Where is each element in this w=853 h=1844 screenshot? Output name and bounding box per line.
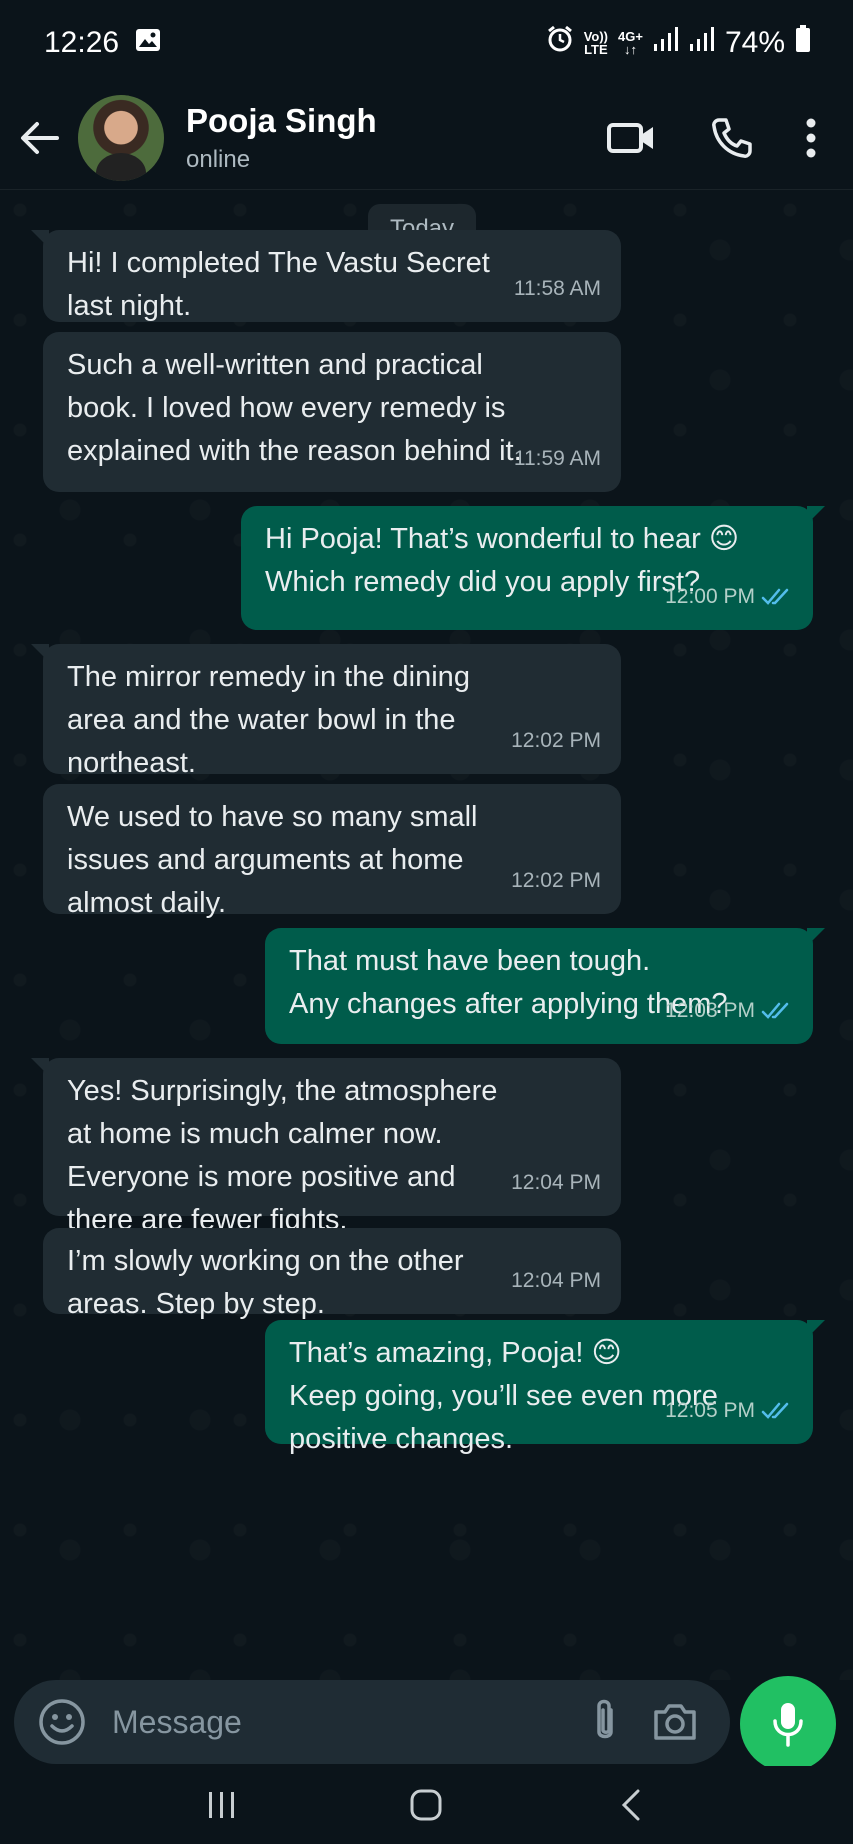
battery-icon <box>795 25 811 61</box>
camera-icon <box>654 1704 696 1740</box>
incoming-message[interactable]: We used to have so many small issues and… <box>43 784 621 919</box>
read-receipt-icon <box>761 1002 789 1019</box>
more-options-button[interactable] <box>781 86 841 190</box>
read-receipt-icon <box>761 1402 789 1419</box>
message-time: 12:04 PM <box>511 1171 601 1194</box>
message-meta: 12:05 PM <box>665 1389 793 1432</box>
home-icon <box>410 1789 442 1821</box>
home-button[interactable] <box>386 1770 466 1840</box>
message-meta: 11:58 AM <box>514 267 601 310</box>
chat-header: Pooja Singh online <box>0 86 853 190</box>
contact-name: Pooja Singh <box>186 101 377 139</box>
system-navigation-bar <box>0 1766 853 1844</box>
incoming-message[interactable]: The mirror remedy in the dining area and… <box>31 644 621 779</box>
message-time: 11:58 AM <box>513 277 601 300</box>
status-time: 12:26 <box>44 26 120 59</box>
recent-apps-icon <box>209 1792 235 1818</box>
voice-call-button[interactable] <box>681 86 781 190</box>
contact-status: online <box>186 145 251 173</box>
network-type-indicator: 4G+ ↓↑ <box>618 29 643 57</box>
bubble-tail <box>31 1058 49 1076</box>
contact-info[interactable]: Pooja Singh online <box>186 102 377 174</box>
message-meta: 12:00 PM <box>665 575 793 618</box>
recent-apps-button[interactable] <box>182 1770 262 1840</box>
battery-percentage: 74% <box>724 26 785 59</box>
bubble-tail <box>807 506 825 524</box>
system-back-button[interactable] <box>591 1770 671 1840</box>
message-time: 12:02 PM <box>511 869 601 892</box>
bubble-tail <box>807 1320 825 1338</box>
incoming-message[interactable]: Hi! I completed The Vastu Secret last ni… <box>31 230 621 322</box>
message-meta: 12:04 PM <box>511 1161 601 1204</box>
incoming-message[interactable]: Yes! Surprisingly, the atmosphere at hom… <box>31 1058 621 1236</box>
camera-button[interactable] <box>640 1687 710 1757</box>
message-time: 11:59 AM <box>513 447 601 470</box>
signal-strength-icon <box>689 26 715 60</box>
message-meta: 12:02 PM <box>511 859 601 902</box>
gallery-notification-icon <box>135 26 161 60</box>
message-meta: 12:03 PM <box>665 989 793 1032</box>
message-time: 12:05 PM <box>665 1399 755 1422</box>
contact-avatar[interactable] <box>78 94 164 181</box>
emoji-icon <box>39 1699 85 1745</box>
message-time: 12:04 PM <box>511 1269 601 1292</box>
bubble-tail <box>31 644 49 662</box>
signal-strength-icon <box>653 26 679 60</box>
more-vertical-icon <box>806 118 816 157</box>
voice-message-button[interactable] <box>740 1676 836 1772</box>
chevron-left-icon <box>621 1789 640 1821</box>
message-time: 12:03 PM <box>665 999 755 1022</box>
message-meta: 12:02 PM <box>511 719 601 762</box>
incoming-message[interactable]: I’m slowly working on the other areas. S… <box>43 1228 621 1320</box>
message-time: 12:00 PM <box>665 585 755 608</box>
back-button[interactable] <box>0 86 78 190</box>
emoji-button[interactable] <box>34 1694 90 1750</box>
alarm-icon <box>546 25 574 61</box>
microphone-icon <box>773 1703 803 1747</box>
outgoing-message[interactable]: That must have been tough. Any changes a… <box>265 928 825 1044</box>
whatsapp-chat-screen: 12:26 Vo)) LTE 4G+ ↓↑ 74% Pooja Singh on… <box>0 0 853 1844</box>
bubble-tail <box>807 928 825 946</box>
outgoing-message[interactable]: That’s amazing, Pooja! 😊 Keep going, you… <box>265 1320 825 1455</box>
message-time: 12:02 PM <box>511 729 601 752</box>
video-call-button[interactable] <box>581 86 681 190</box>
message-input[interactable] <box>90 1692 570 1752</box>
message-text: Yes! Surprisingly, the atmosphere at hom… <box>67 1075 498 1236</box>
arrow-left-icon <box>21 121 59 154</box>
bubble-tail <box>31 230 49 248</box>
video-camera-icon <box>607 122 653 153</box>
paperclip-icon <box>597 1699 613 1739</box>
message-list[interactable]: Today Hi! I completed The Vastu Secret l… <box>0 190 853 1680</box>
incoming-message[interactable]: Such a well-written and practical book. … <box>43 332 621 492</box>
message-composer <box>14 1680 730 1764</box>
outgoing-message[interactable]: Hi Pooja! That’s wonderful to hear 😊 Whi… <box>241 506 825 630</box>
message-meta: 11:59 AM <box>514 437 601 480</box>
phone-icon <box>712 117 752 158</box>
volte-indicator: Vo)) LTE <box>583 29 609 57</box>
message-meta: 12:04 PM <box>511 1259 601 1302</box>
read-receipt-icon <box>761 588 789 605</box>
status-bar: 12:26 Vo)) LTE 4G+ ↓↑ 74% <box>0 0 853 86</box>
attach-button[interactable] <box>570 1687 640 1757</box>
